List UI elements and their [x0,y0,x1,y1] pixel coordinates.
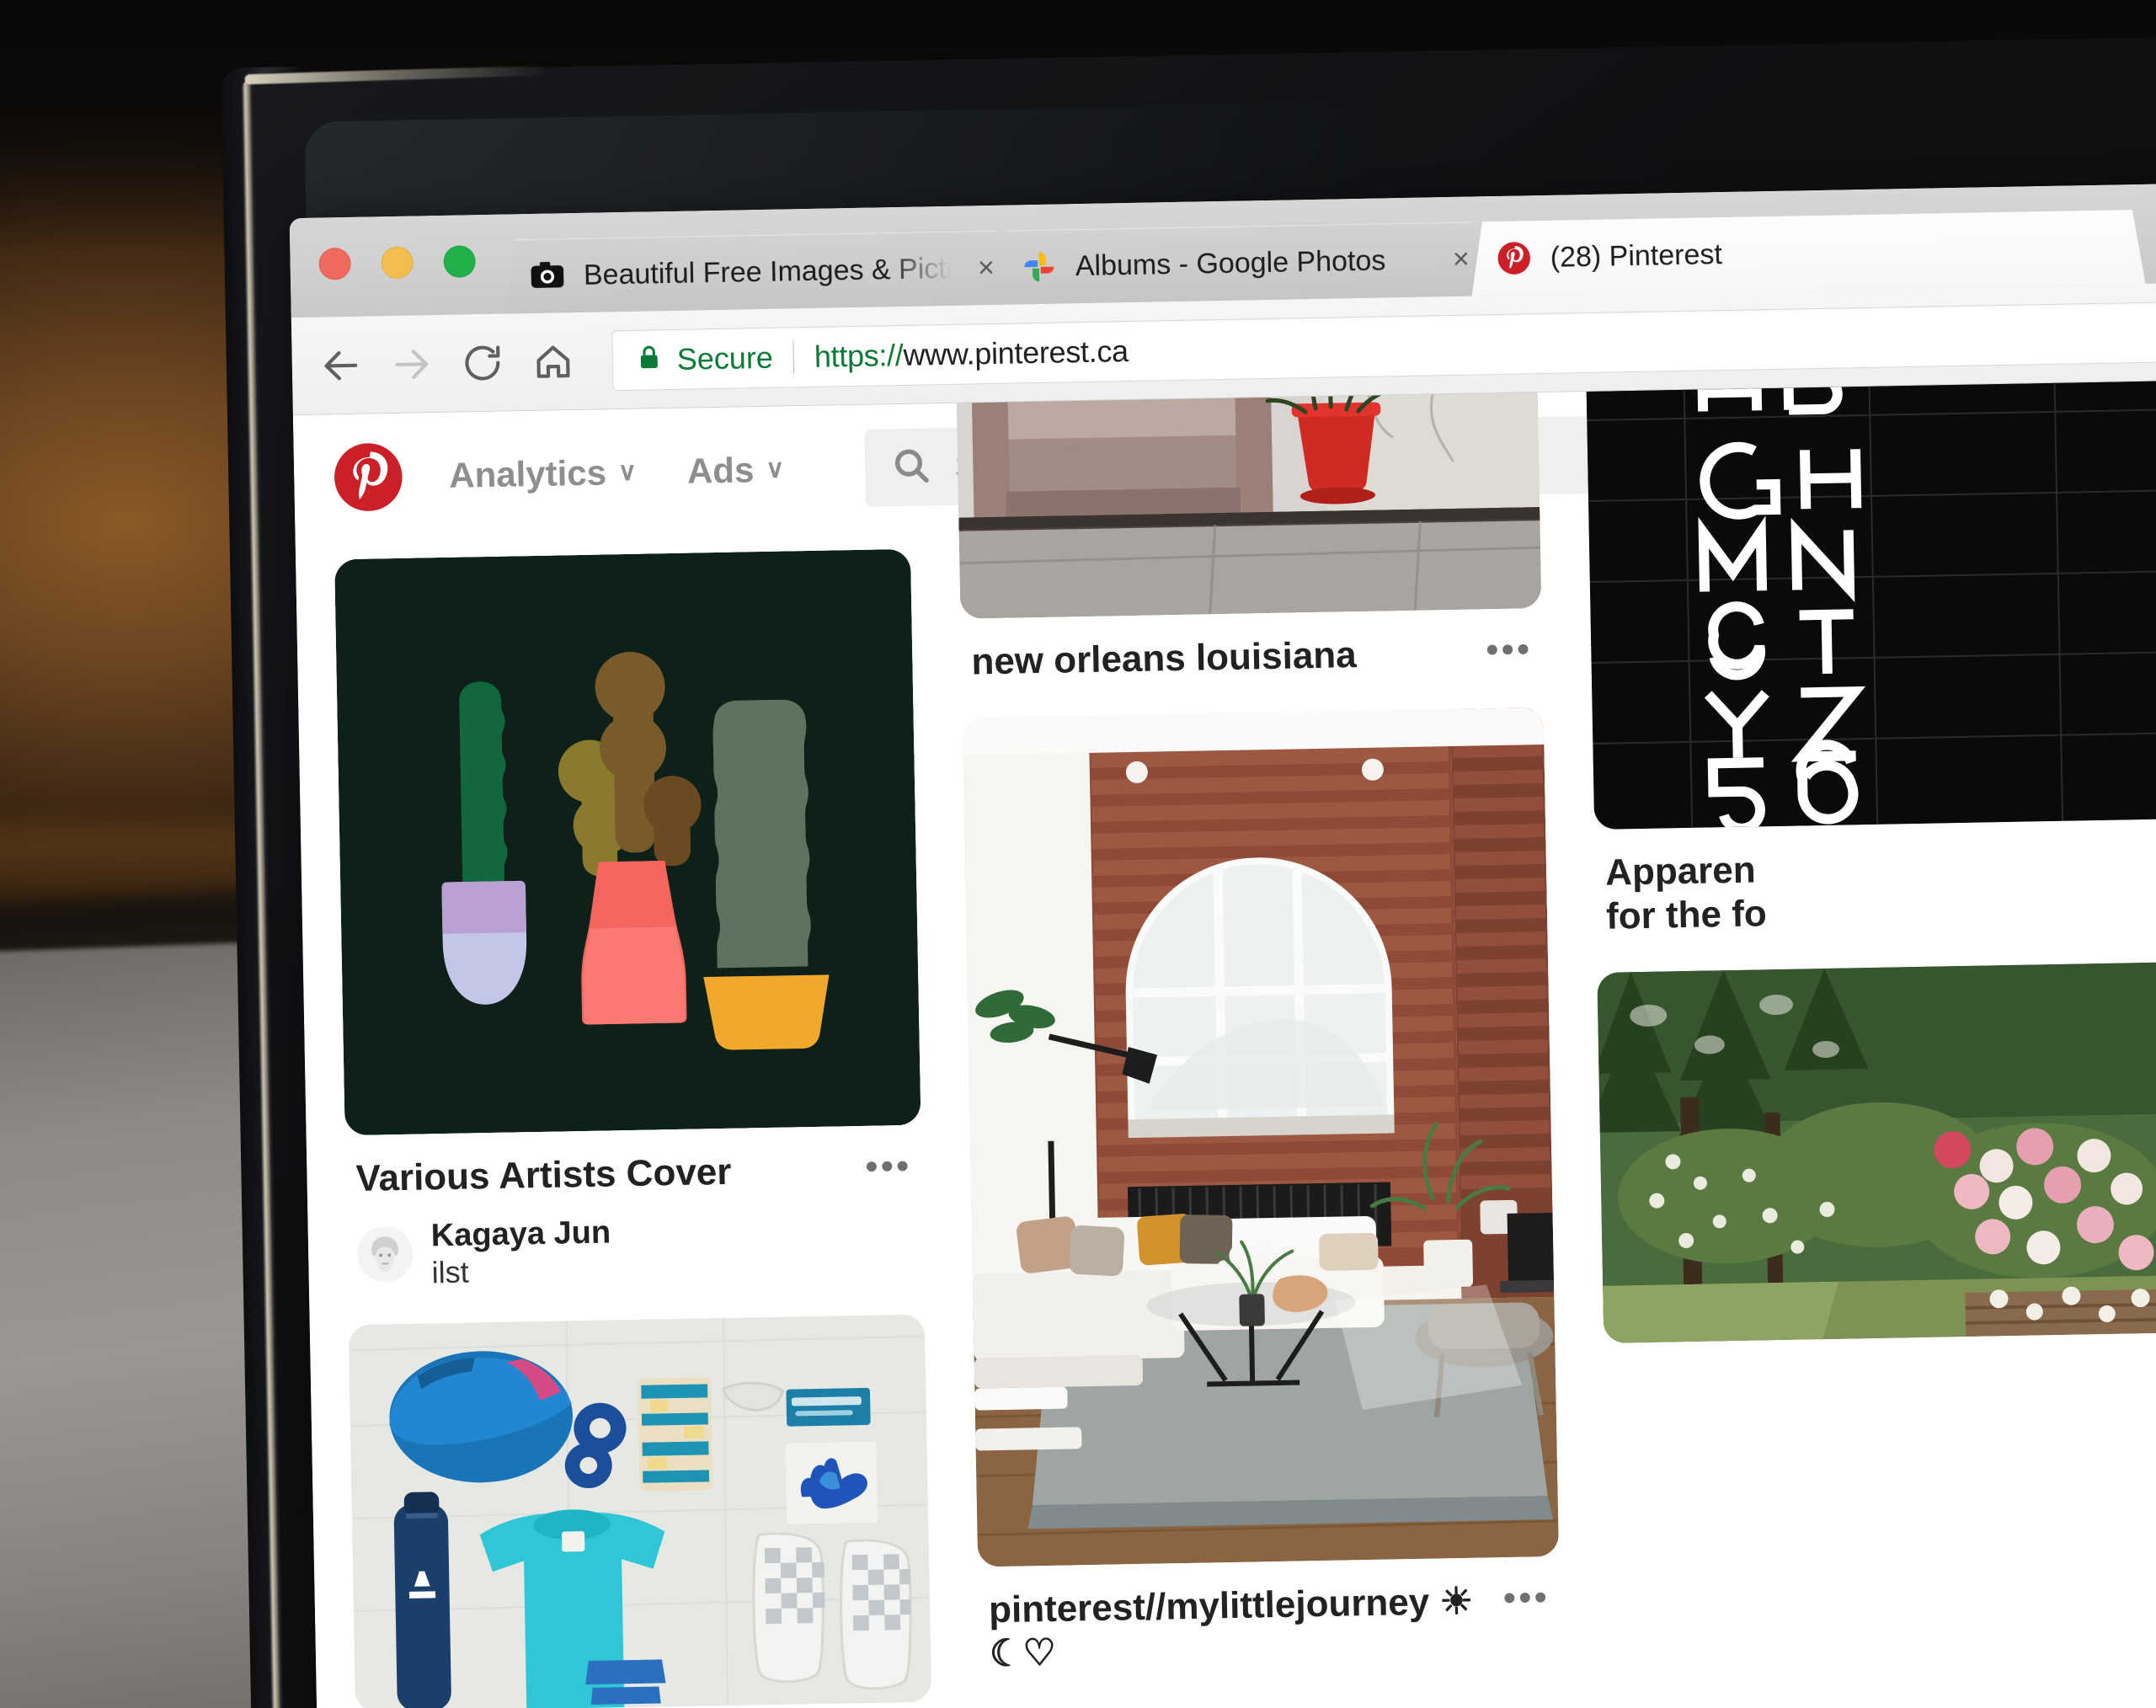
pin-column-1: Various Artists Cover ••• Kagaya Jun ils… [334,531,932,1708]
chevron-down-icon: ∨ [765,455,785,483]
pin-title-line2: ☾♡ [989,1631,1057,1675]
pin-overflow-menu[interactable]: ••• [1502,1577,1550,1619]
home-icon[interactable] [529,338,577,386]
window-controls [290,245,504,318]
camera-icon [530,258,566,294]
pin-column-2: new orleans louisiana ••• pinterest//myl… [956,378,1561,1676]
pin-author-text: Kagaya Jun ilst [430,1214,611,1289]
tab-pinterest[interactable]: (28) Pinterest [1470,210,2145,296]
pin-title-line1: Apparen [1604,849,1757,894]
pin-image[interactable] [962,707,1560,1567]
url-host: www.pinterest.ca [903,333,1129,372]
minimize-window-button[interactable] [381,246,414,280]
pin-image[interactable] [1585,378,2156,830]
close-window-button[interactable] [318,247,352,280]
url-text: https://www.pinterest.ca [814,334,1129,375]
pin-title: pinterest//mylittlejourney ☀ ☾♡ [989,1580,1475,1676]
omnibox-divider [792,339,795,374]
search-icon [890,444,933,491]
laptop-device: Beautiful Free Images & Pictures × Album… [221,13,2156,1708]
pin-overflow-menu[interactable]: ••• [865,1145,912,1188]
back-arrow-icon[interactable] [317,341,365,389]
pin-meta: Various Artists Cover ••• [345,1125,922,1201]
pinterest-logo[interactable] [333,441,405,514]
chrome-browser-window: Beautiful Free Images & Pictures × Album… [289,181,2156,1708]
photo-black-type-specimen [1585,378,2156,830]
pin-title: Various Artists Cover [355,1150,732,1199]
pin-image[interactable] [956,378,1542,619]
pin-image[interactable] [348,1314,932,1708]
photo-concrete-stoop-red-pot [956,378,1542,619]
avatar [356,1226,414,1284]
pin-various-artists-cover[interactable]: Various Artists Cover ••• Kagaya Jun ils… [334,548,924,1292]
pin-garden[interactable] [1597,962,2156,1343]
photo-garden-pink-roses [1597,962,2156,1343]
pin-meta: Apparen for the fo [1594,819,2156,938]
tab-beautiful-free-images[interactable]: Beautiful Free Images & Pictures × [504,231,1011,314]
pin-grid: Various Artists Cover ••• Kagaya Jun ils… [296,378,2156,1708]
pin-meta: new orleans louisiana ••• [961,608,1543,685]
pin-type-specimen[interactable]: Apparen for the fo [1585,378,2156,939]
pin-title: new orleans louisiana [970,634,1358,683]
maximize-window-button[interactable] [443,245,476,278]
chevron-down-icon: ∨ [617,457,638,487]
forward-arrow-icon [387,340,435,388]
photo-scene: Beautiful Free Images & Pictures × Album… [0,0,2156,1708]
photo-loft-living-room [962,707,1560,1567]
tab-albums-google-photos[interactable]: Albums - Google Photos × [995,222,1486,305]
tab-title: Beautiful Free Images & Pictures [583,252,952,291]
pin-meta: pinterest//mylittlejourney ☀ ☾♡ ••• [978,1556,1561,1676]
pin-new-orleans-louisiana[interactable]: new orleans louisiana ••• [956,378,1543,685]
nav-analytics-label: Analytics [448,452,607,495]
nav-analytics[interactable]: Analytics ∨ [449,452,638,496]
lock-icon [634,343,664,376]
pin-image[interactable] [1597,962,2156,1343]
pin-author-name: Kagaya Jun [430,1214,611,1254]
nav-ads-label: Ads [686,450,755,491]
address-bar[interactable]: Secure https://www.pinterest.ca [611,300,2156,391]
illustration-three-plants [334,549,921,1135]
tab-title: Albums - Google Photos [1075,243,1386,282]
nav-ads[interactable]: Ads ∨ [687,450,785,492]
photo-flatlay-blue-outfit [348,1314,932,1708]
pin-blue-flatlay[interactable] [348,1314,932,1708]
pin-title-line1: pinterest//mylittlejourney ☀ [988,1580,1474,1631]
pin-author[interactable]: Kagaya Jun ilst [346,1191,924,1292]
close-tab-icon[interactable]: × [969,251,995,285]
pin-overflow-menu[interactable]: ••• [1486,628,1533,670]
google-photos-icon [1021,249,1057,286]
pinterest-page: Analytics ∨ Ads ∨ Search [292,378,2156,1708]
pin-title: Apparen for the fo [1605,848,1768,938]
close-tab-icon[interactable]: × [1444,243,1470,276]
pin-mylittlejourney[interactable]: pinterest//mylittlejourney ☀ ☾♡ ••• [962,707,1561,1676]
security-badge: Secure [676,339,774,376]
pin-column-3: Apparen for the fo [1585,378,2156,1343]
pin-image[interactable] [334,548,921,1136]
reload-icon[interactable] [458,339,506,387]
pin-board-name: ilst [431,1254,469,1289]
pinterest-icon [1496,240,1532,276]
pin-title-line2: for the fo [1605,893,1768,937]
url-scheme: https:// [814,337,904,374]
